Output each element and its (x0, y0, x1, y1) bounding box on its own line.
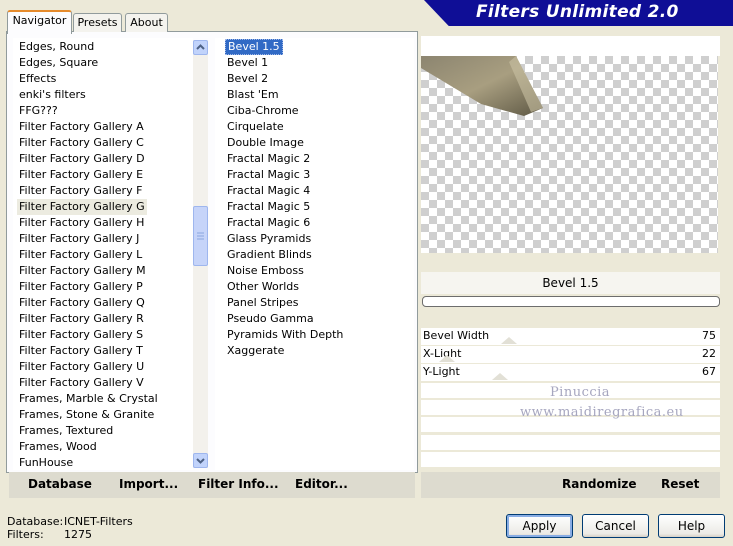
filter-item[interactable]: Fractal Magic 4 (225, 183, 312, 199)
tab-about[interactable]: About (125, 13, 168, 32)
category-item[interactable]: enki's filters (17, 87, 88, 103)
help-button[interactable]: Help (658, 514, 725, 538)
category-item[interactable]: Filter Factory Gallery V (17, 375, 146, 391)
scroll-thumb[interactable] (193, 206, 208, 266)
filter-item[interactable]: Glass Pyramids (225, 231, 313, 247)
database-label: Database: (7, 515, 64, 528)
slider-value: 67 (702, 365, 716, 378)
slider-bevel-width[interactable]: Bevel Width 75 (421, 328, 720, 346)
tab-navigator[interactable]: Navigator (7, 10, 72, 34)
slider-thumb[interactable] (438, 355, 455, 362)
filter-info-button[interactable]: Filter Info... (198, 477, 279, 491)
filter-item[interactable]: Fractal Magic 5 (225, 199, 312, 215)
slider-x-light[interactable]: X-Light 22 (421, 346, 720, 364)
database-button[interactable]: Database (28, 477, 92, 491)
filters-label: Filters: (7, 528, 44, 541)
bevel-preview-shape (421, 56, 543, 116)
progress-bar (422, 296, 720, 307)
filter-item[interactable]: Gradient Blinds (225, 247, 314, 263)
preview-image (421, 56, 718, 253)
slider-label: Bevel Width (423, 329, 490, 342)
empty-slider-row (421, 452, 720, 467)
slider-y-light[interactable]: Y-Light 67 (421, 364, 720, 382)
category-list[interactable]: Edges, Round Edges, Square Effects enki's f… (13, 38, 193, 470)
scroll-down-button[interactable] (193, 453, 208, 468)
reset-button[interactable]: Reset (661, 477, 699, 491)
editor-button[interactable]: Editor... (295, 477, 348, 491)
filter-item[interactable]: Bevel 1.5 (225, 39, 283, 55)
filter-item[interactable]: Pseudo Gamma (225, 311, 316, 327)
slider-value: 75 (702, 329, 716, 342)
filter-item[interactable]: Bevel 1 (225, 55, 270, 71)
watermark: Pinuccia www.maidiregrafica.eu (520, 383, 684, 423)
category-scrollbar[interactable] (193, 40, 208, 468)
category-item[interactable]: Filter Factory Gallery Q (17, 295, 147, 311)
scroll-up-button[interactable] (193, 40, 208, 55)
filters-count: 1275 (64, 528, 92, 541)
category-item[interactable]: Edges, Round (17, 39, 96, 55)
category-item[interactable]: Filter Factory Gallery D (17, 151, 147, 167)
slider-thumb[interactable] (500, 337, 517, 344)
slider-thumb[interactable] (491, 373, 508, 380)
filter-item[interactable]: Fractal Magic 6 (225, 215, 312, 231)
category-item[interactable]: Filter Factory Gallery E (17, 167, 145, 183)
category-item[interactable]: Effects (17, 71, 58, 87)
category-item[interactable]: FFG??? (17, 103, 60, 119)
filter-item[interactable]: Xaggerate (225, 343, 286, 359)
category-item[interactable]: Filter Factory Gallery J (17, 231, 141, 247)
empty-slider-row (421, 435, 720, 450)
chevron-down-icon (196, 458, 205, 464)
app-title: Filters Unlimited 2.0 (476, 2, 679, 22)
filter-item[interactable]: Bevel 2 (225, 71, 270, 87)
category-item[interactable]: Filter Factory Gallery A (17, 119, 146, 135)
database-value: ICNET-Filters (64, 515, 133, 528)
filters-info: Filters: 1275 (7, 528, 92, 541)
slider-value: 22 (702, 347, 716, 360)
category-item[interactable]: Filter Factory Gallery S (17, 327, 145, 343)
grip-icon (197, 232, 204, 240)
category-item[interactable]: Filter Factory Gallery U (17, 359, 146, 375)
category-item[interactable]: Filter Factory Gallery M (17, 263, 148, 279)
watermark-line: Pinuccia (549, 385, 611, 400)
filter-item[interactable]: Noise Emboss (225, 263, 306, 279)
category-item[interactable]: Edges, Square (17, 55, 100, 71)
filter-item[interactable]: Other Worlds (225, 279, 301, 295)
category-item[interactable]: FunHouse (17, 455, 75, 471)
filter-item[interactable]: Panel Stripes (225, 295, 301, 311)
category-item[interactable]: Frames, Wood (17, 439, 99, 455)
filter-item[interactable]: Ciba-Chrome (225, 103, 301, 119)
import-button[interactable]: Import... (119, 477, 178, 491)
preview-filter-name: Bevel 1.5 (421, 272, 720, 294)
filter-item[interactable]: Blast 'Em (225, 87, 281, 103)
category-item[interactable]: Filter Factory Gallery C (17, 135, 146, 151)
left-action-bar: Database Import... Filter Info... Editor… (9, 472, 415, 498)
category-item[interactable]: Filter Factory Gallery R (17, 311, 146, 327)
category-item[interactable]: Filter Factory Gallery T (17, 343, 145, 359)
category-item[interactable]: Filter Factory Gallery P (17, 279, 145, 295)
category-item[interactable]: Filter Factory Gallery F (17, 183, 144, 199)
right-action-bar: Randomize Reset (421, 472, 720, 498)
randomize-button[interactable]: Randomize (562, 477, 636, 491)
category-item[interactable]: Filter Factory Gallery G (17, 199, 147, 215)
watermark-line: www.maidiregrafica.eu (520, 405, 684, 420)
category-item[interactable]: Filter Factory Gallery H (17, 215, 146, 231)
category-item[interactable]: Frames, Marble & Crystal (17, 391, 160, 407)
preview-top-strip (421, 36, 720, 56)
category-item[interactable]: Filter Factory Gallery L (17, 247, 144, 263)
filter-item[interactable]: Fractal Magic 2 (225, 151, 312, 167)
filter-item[interactable]: Fractal Magic 3 (225, 167, 312, 183)
filter-item[interactable]: Pyramids With Depth (225, 327, 345, 343)
slider-label: Y-Light (423, 365, 460, 378)
cancel-button[interactable]: Cancel (582, 514, 649, 538)
database-info: Database: ICNET-Filters (7, 515, 133, 528)
category-item[interactable]: Frames, Textured (17, 423, 115, 439)
category-item[interactable]: Frames, Stone & Granite (17, 407, 156, 423)
chevron-up-icon (196, 44, 205, 50)
filter-list[interactable]: Bevel 1.5 Bevel 1 Bevel 2 Blast 'Em Ciba-Chr… (215, 38, 414, 470)
tab-presets[interactable]: Presets (73, 13, 122, 32)
filter-item[interactable]: Double Image (225, 135, 306, 151)
apply-button[interactable]: Apply (506, 514, 573, 538)
filter-item[interactable]: Cirquelate (225, 119, 286, 135)
